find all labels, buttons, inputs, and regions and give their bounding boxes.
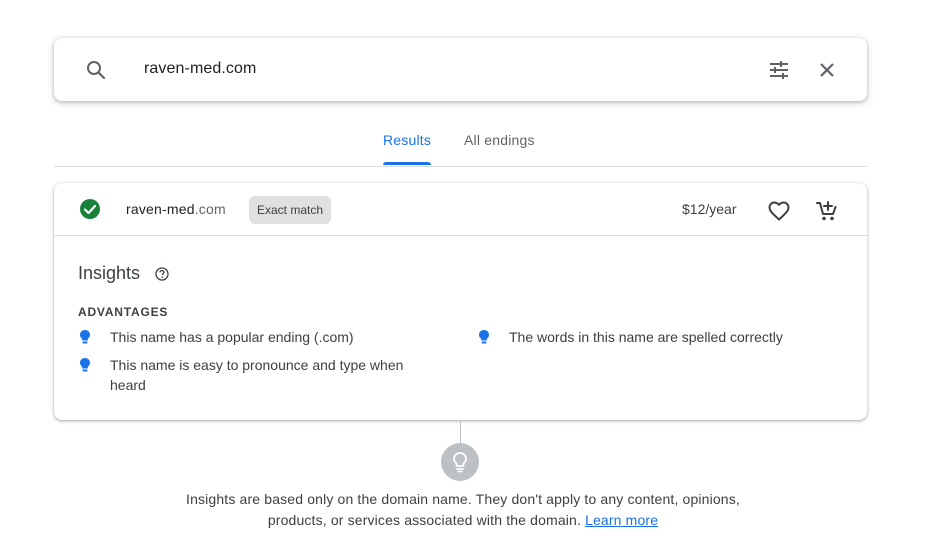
tab-results[interactable]: Results: [383, 132, 431, 148]
domain-name: raven-med.com: [126, 201, 226, 217]
help-icon[interactable]: [155, 267, 169, 281]
filter-icon[interactable]: [767, 58, 791, 82]
advantage-text: This name is easy to pronounce and type …: [110, 357, 404, 393]
close-icon[interactable]: [815, 58, 839, 82]
insights-title: Insights: [78, 263, 141, 283]
insights-bulb-badge: [441, 443, 479, 481]
disclaimer-line-2: products, or services associated with th…: [0, 510, 926, 531]
lightbulb-icon: [80, 330, 90, 344]
domain-result-row[interactable]: raven-med.com Exact match $12/year: [54, 183, 867, 236]
domain-name-label: raven-med: [126, 201, 195, 217]
domain-tld-label: .com: [194, 201, 226, 217]
search-bar: raven-med.com: [54, 38, 867, 101]
check-circle-icon: [80, 199, 100, 219]
disclaimer-line-1: Insights are based only on the domain na…: [186, 491, 740, 507]
result-tabs: Results All endings: [54, 120, 867, 167]
tab-all-endings[interactable]: All endings: [464, 132, 535, 148]
advantages-label: ADVANTAGES: [78, 305, 169, 319]
disclaimer-line-2-text: products, or services associated with th…: [267, 512, 582, 528]
search-icon[interactable]: [84, 58, 108, 82]
advantage-text: The words in this name are spelled corre…: [509, 329, 783, 345]
learn-more-link[interactable]: Learn more: [585, 512, 658, 528]
active-tab-indicator: [383, 162, 431, 165]
lightbulb-icon: [80, 358, 90, 372]
lightbulb-icon: [479, 330, 489, 344]
insights-disclaimer: Insights are based only on the domain na…: [0, 489, 926, 531]
domain-price: $12/year: [682, 201, 737, 217]
lightbulb-icon: [453, 452, 467, 473]
add-to-cart-icon[interactable]: [815, 199, 839, 223]
domain-result-card: raven-med.com Exact match $12/year Insig…: [54, 183, 867, 420]
advantage-text: This name has a popular ending (.com): [110, 329, 354, 345]
search-input[interactable]: raven-med.com: [144, 60, 256, 78]
heart-icon[interactable]: [767, 199, 791, 223]
exact-match-badge: Exact match: [249, 196, 332, 224]
connector-line: [460, 421, 461, 443]
